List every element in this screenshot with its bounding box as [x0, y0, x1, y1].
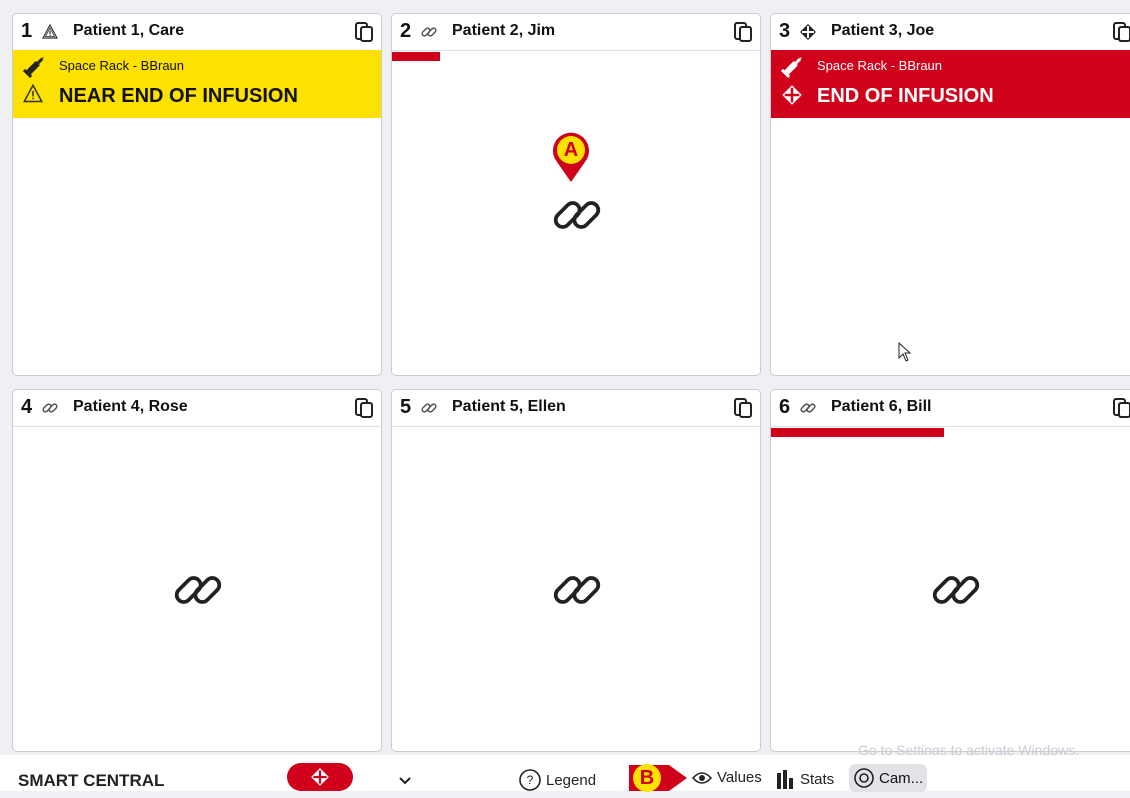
- help-icon: ?: [519, 769, 541, 791]
- device-icon[interactable]: [734, 22, 752, 42]
- bed-number: 5: [400, 396, 412, 418]
- link-icon: [549, 562, 605, 618]
- alarm-banner[interactable]: Space Rack - BBraun END OF INFUSION: [771, 50, 1130, 121]
- bed-header: 2 Patient 2, Jim: [392, 14, 760, 51]
- bed-tile-4[interactable]: 4 Patient 4, Rose: [12, 389, 382, 752]
- patient-name: Patient 5, Ellen: [452, 398, 566, 415]
- alarm-diamond-icon: [781, 84, 803, 106]
- values-button[interactable]: Values: [692, 769, 762, 786]
- alarm-message: NEAR END OF INFUSION: [59, 85, 298, 107]
- link-icon: [549, 187, 605, 243]
- eye-icon: [692, 771, 712, 784]
- bed-number: 3: [779, 20, 791, 42]
- values-label: Values: [717, 769, 762, 786]
- cam-label: Cam...: [879, 769, 924, 787]
- bed-header: 5 Patient 5, Ellen: [392, 390, 760, 427]
- link-icon: [799, 399, 817, 417]
- alarm-summary-button[interactable]: [287, 763, 353, 791]
- alarm-indicator-bar: [771, 428, 944, 437]
- patient-name: Patient 2, Jim: [452, 22, 556, 39]
- legend-button[interactable]: ? Legend: [519, 769, 596, 791]
- link-icon: [41, 399, 59, 417]
- marker-label: B: [639, 767, 655, 789]
- stats-button[interactable]: Stats: [775, 769, 834, 789]
- bed-header: 3 Patient 3, Joe: [771, 14, 1130, 51]
- warning-icon: [22, 83, 45, 106]
- alarm-diamond-icon: [311, 768, 329, 786]
- bed-number: 4: [21, 396, 33, 418]
- device-icon[interactable]: [734, 398, 752, 418]
- cam-button[interactable]: Cam...: [849, 764, 927, 792]
- alarm-device: Space Rack - BBraun: [59, 58, 185, 73]
- bar-chart-icon: [777, 770, 793, 789]
- bed-number: 6: [779, 396, 791, 418]
- link-icon: [420, 23, 438, 41]
- device-icon[interactable]: [1113, 398, 1130, 418]
- link-icon: [928, 562, 984, 618]
- warning-icon: [41, 23, 59, 41]
- alarm-indicator-bar: [392, 52, 440, 61]
- bed-tile-3[interactable]: 3 Patient 3, Joe Space Rack - BBraun END…: [770, 13, 1130, 376]
- link-icon: [170, 562, 226, 618]
- cursor-icon: [898, 341, 912, 362]
- syringe-icon: [22, 54, 47, 79]
- patient-name: Patient 4, Rose: [73, 398, 188, 415]
- target-icon: [854, 768, 874, 788]
- alarm-device: Space Rack - BBraun: [817, 58, 943, 73]
- app-name: SMART CENTRAL: [18, 771, 165, 790]
- bed-tile-5[interactable]: 5 Patient 5, Ellen: [391, 389, 761, 752]
- marker-a: A: [549, 130, 593, 184]
- alarm-message: END OF INFUSION: [817, 85, 994, 107]
- bed-tile-1[interactable]: 1 Patient 1, Care Space Rack - BBraun NE…: [12, 13, 382, 376]
- bottom-toolbar: SMART CENTRAL ? Legend Values Stats Cam.…: [0, 755, 1130, 792]
- alarm-banner[interactable]: Space Rack - BBraun NEAR END OF INFUSION: [13, 50, 381, 121]
- bed-header: 1 Patient 1, Care: [13, 14, 381, 51]
- bed-number: 2: [400, 20, 412, 42]
- patient-name: Patient 3, Joe: [831, 22, 935, 39]
- stats-label: Stats: [800, 770, 835, 788]
- chevron-down-icon[interactable]: [398, 773, 412, 785]
- device-icon[interactable]: [1113, 22, 1130, 42]
- alarm-diamond-icon: [799, 23, 817, 41]
- bed-tile-2[interactable]: 2 Patient 2, Jim A: [391, 13, 761, 376]
- bed-tile-6[interactable]: 6 Patient 6, Bill: [770, 389, 1130, 752]
- legend-label: Legend: [546, 771, 597, 789]
- bed-header: 4 Patient 4, Rose: [13, 390, 381, 427]
- link-icon: [420, 399, 438, 417]
- marker-label: A: [563, 139, 579, 161]
- device-icon[interactable]: [355, 22, 373, 42]
- patient-name: Patient 1, Care: [73, 22, 185, 39]
- patient-name: Patient 6, Bill: [831, 398, 932, 415]
- bed-number: 1: [21, 20, 33, 42]
- bed-header: 6 Patient 6, Bill: [771, 390, 1130, 427]
- svg-text:?: ?: [527, 773, 534, 787]
- syringe-icon: [780, 54, 805, 79]
- device-icon[interactable]: [355, 398, 373, 418]
- marker-b: B: [625, 763, 689, 793]
